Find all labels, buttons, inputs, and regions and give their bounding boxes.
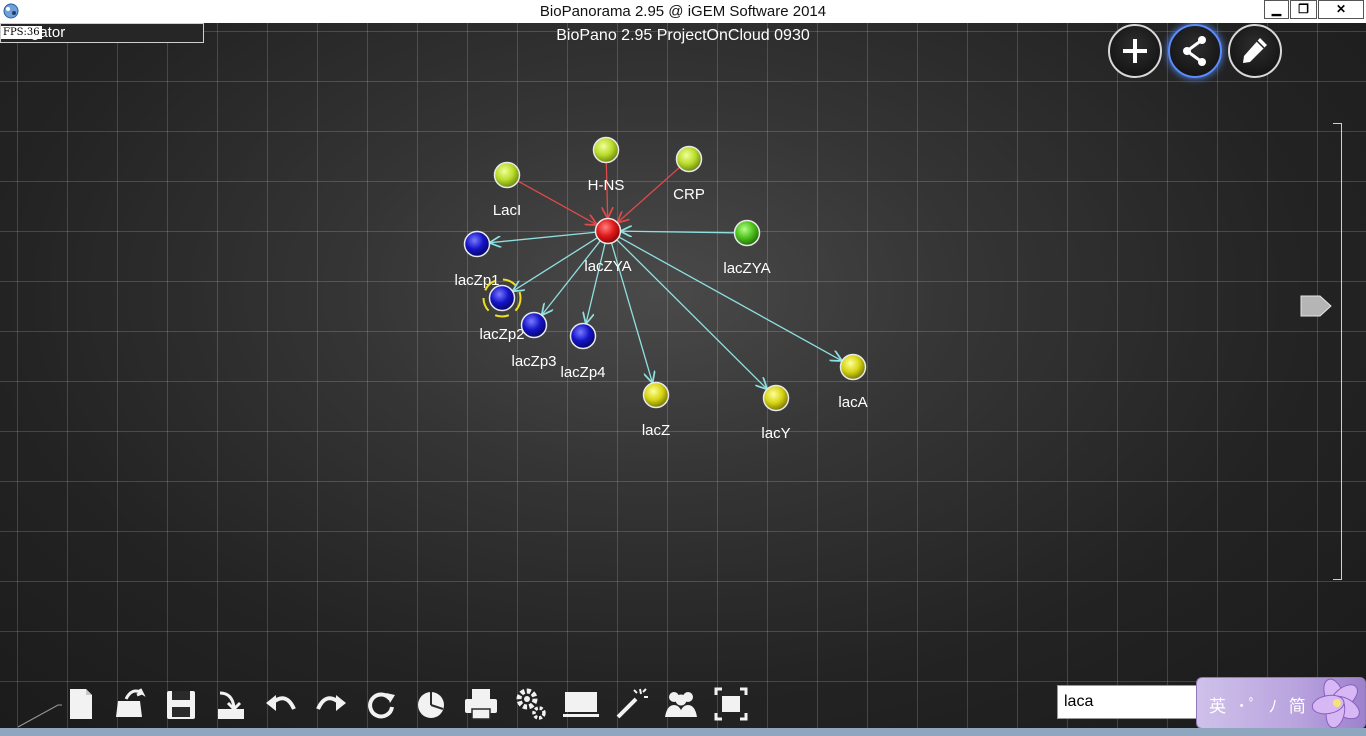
export-button[interactable] xyxy=(210,683,250,723)
node-label: lacZp1 xyxy=(454,272,499,289)
open-file-icon xyxy=(116,688,146,717)
print-button[interactable] xyxy=(460,683,500,723)
settings-icon xyxy=(516,688,546,720)
corner-decoration-icon xyxy=(18,704,62,728)
node-label: lacZYA xyxy=(584,258,631,275)
maximize-button[interactable]: ❐ xyxy=(1290,0,1317,19)
save-icon xyxy=(167,691,195,719)
new-file-icon xyxy=(70,689,92,719)
node-circle[interactable] xyxy=(520,311,548,339)
undo-button[interactable] xyxy=(260,683,300,723)
save-button[interactable] xyxy=(160,683,200,723)
node-lacY[interactable]: lacY xyxy=(761,384,791,443)
node-label: lacZYA xyxy=(723,260,770,277)
refresh-button[interactable] xyxy=(360,683,400,723)
new-file-button[interactable] xyxy=(60,683,100,723)
redo-button[interactable] xyxy=(310,683,350,723)
minimize-icon: ▁ xyxy=(1271,2,1282,16)
node-circle[interactable] xyxy=(569,322,597,350)
settings-button[interactable] xyxy=(510,683,550,723)
presentation-icon xyxy=(563,692,599,717)
ime-toolbar[interactable]: 英 ･ﾟ ﾉ 简 xyxy=(1196,677,1366,729)
close-icon: ✕ xyxy=(1335,2,1347,16)
magic-wand-button[interactable] xyxy=(610,683,650,723)
node-label: lacY xyxy=(761,425,790,442)
node-circle[interactable] xyxy=(762,384,790,412)
node-lacZYA_green[interactable]: lacZYA xyxy=(723,219,771,278)
edge-LacI-to-lacZYA_center[interactable] xyxy=(517,180,596,224)
node-circle[interactable] xyxy=(594,217,622,245)
pie-chart-button[interactable] xyxy=(410,683,450,723)
node-label: lacZ xyxy=(642,422,670,439)
redo-icon xyxy=(316,695,346,711)
presentation-button[interactable] xyxy=(560,683,600,723)
edge-lacZYA_center-to-lacZp3[interactable] xyxy=(542,240,601,315)
node-circle[interactable] xyxy=(488,284,516,312)
open-file-button[interactable] xyxy=(110,683,150,723)
node-label: lacZp4 xyxy=(560,364,605,381)
users-icon xyxy=(665,692,697,717)
node-label: lacA xyxy=(838,394,867,411)
minimize-button[interactable]: ▁ xyxy=(1264,0,1289,19)
maximize-icon: ❐ xyxy=(1298,2,1309,16)
node-label: H-NS xyxy=(588,177,625,194)
search-input[interactable] xyxy=(1057,685,1207,719)
flower-decoration-icon xyxy=(1311,678,1360,728)
node-lacZp2[interactable]: lacZp2 xyxy=(479,278,525,344)
undo-icon xyxy=(266,695,296,711)
network-graph[interactable]: lacZYA LacI H-NS CRP lacZYA lacZp1 lacZp2 lacZp… xyxy=(0,23,1366,728)
node-circle[interactable] xyxy=(733,219,761,247)
node-lacZp1[interactable]: lacZp1 xyxy=(454,230,500,290)
node-lacZp4[interactable]: lacZp4 xyxy=(560,322,606,382)
network-canvas[interactable]: gator FPS:36 BioPano 2.95 ProjectOnCloud… xyxy=(0,23,1366,728)
node-LacI[interactable]: LacI xyxy=(493,161,521,220)
fit-screen-icon xyxy=(714,687,748,721)
fit-screen-button[interactable] xyxy=(710,683,750,723)
print-icon xyxy=(465,689,497,720)
node-lacA[interactable]: lacA xyxy=(838,353,868,412)
refresh-icon xyxy=(368,692,395,719)
close-button[interactable]: ✕ xyxy=(1318,0,1364,19)
node-label: lacZp2 xyxy=(479,326,524,343)
node-circle[interactable] xyxy=(463,230,491,258)
edge-lacZYA_center-to-lacA[interactable] xyxy=(618,236,841,360)
magic-wand-icon xyxy=(616,688,648,719)
ime-status-text: 英 ･ﾟ ﾉ 简 xyxy=(1209,697,1309,717)
edge-lacZYA_green-to-lacZYA_center[interactable] xyxy=(621,231,735,233)
node-lacZ[interactable]: lacZ xyxy=(642,381,670,440)
users-button[interactable] xyxy=(660,683,700,723)
window-titlebar: BioPanorama 2.95 @ iGEM Software 2014 ▁ … xyxy=(0,0,1366,24)
os-taskbar xyxy=(0,728,1366,736)
node-circle[interactable] xyxy=(493,161,521,189)
export-icon xyxy=(218,691,244,719)
node-circle[interactable] xyxy=(592,136,620,164)
node-label: lacZp3 xyxy=(511,353,556,370)
node-circle[interactable] xyxy=(839,353,867,381)
edge-lacZYA_center-to-lacZp1[interactable] xyxy=(490,231,596,242)
node-CRP[interactable]: CRP xyxy=(673,145,705,204)
node-label: CRP xyxy=(673,186,705,203)
node-label: LacI xyxy=(493,202,521,219)
node-circle[interactable] xyxy=(642,381,670,409)
pie-chart-icon xyxy=(418,692,444,718)
node-circle[interactable] xyxy=(675,145,703,173)
edge-CRP-to-lacZYA_center[interactable] xyxy=(618,166,681,222)
window-title: BioPanorama 2.95 @ iGEM Software 2014 xyxy=(539,3,827,20)
